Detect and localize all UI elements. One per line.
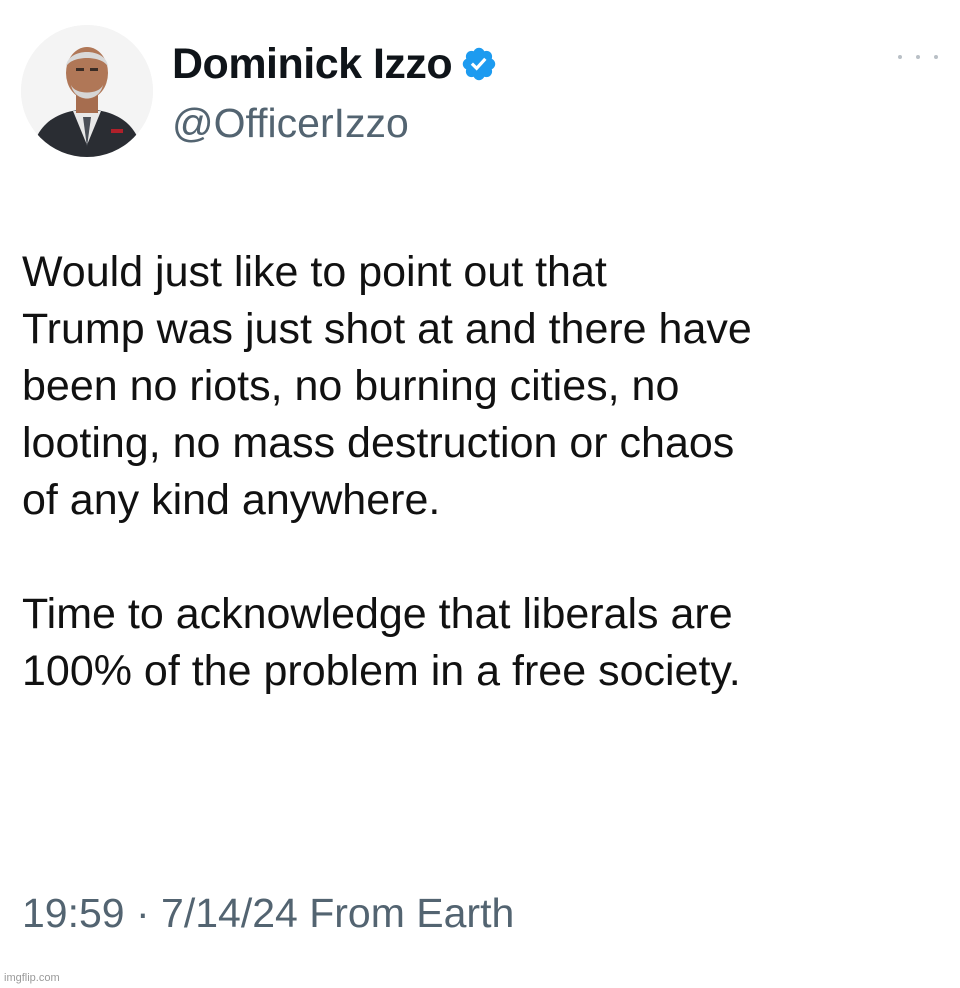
tweet-timestamp[interactable]: 19:59 · 7/14/24 From Earth xyxy=(22,890,514,937)
imgflip-watermark: imgflip.com xyxy=(4,972,60,984)
tweet-text-line: 100% of the problem in a free society. xyxy=(22,647,741,695)
author-display-name[interactable]: Dominick Izzo xyxy=(172,40,453,89)
more-options-icon[interactable] xyxy=(898,45,938,69)
avatar[interactable] xyxy=(21,25,153,157)
tweet-text-line: Would just like to point out that xyxy=(22,248,607,296)
tweet-text-line: looting, no mass destruction or chaos xyxy=(22,419,735,467)
tweet-text-line: of any kind anywhere. xyxy=(22,476,441,524)
tweet-text: Would just like to point out that Trump … xyxy=(22,244,947,700)
tweet-card: Dominick Izzo @OfficerIzzo Would just li… xyxy=(0,0,960,988)
tweet-text-line: been no riots, no burning cities, no xyxy=(22,362,680,410)
author-name-row: Dominick Izzo xyxy=(172,38,498,90)
tweet-text-line: Time to acknowledge that liberals are xyxy=(22,590,733,638)
avatar-photo xyxy=(21,25,153,157)
tweet-text-line: Trump was just shot at and there have xyxy=(22,305,752,353)
verified-badge-icon xyxy=(460,45,498,83)
author-handle[interactable]: @OfficerIzzo xyxy=(172,100,409,147)
